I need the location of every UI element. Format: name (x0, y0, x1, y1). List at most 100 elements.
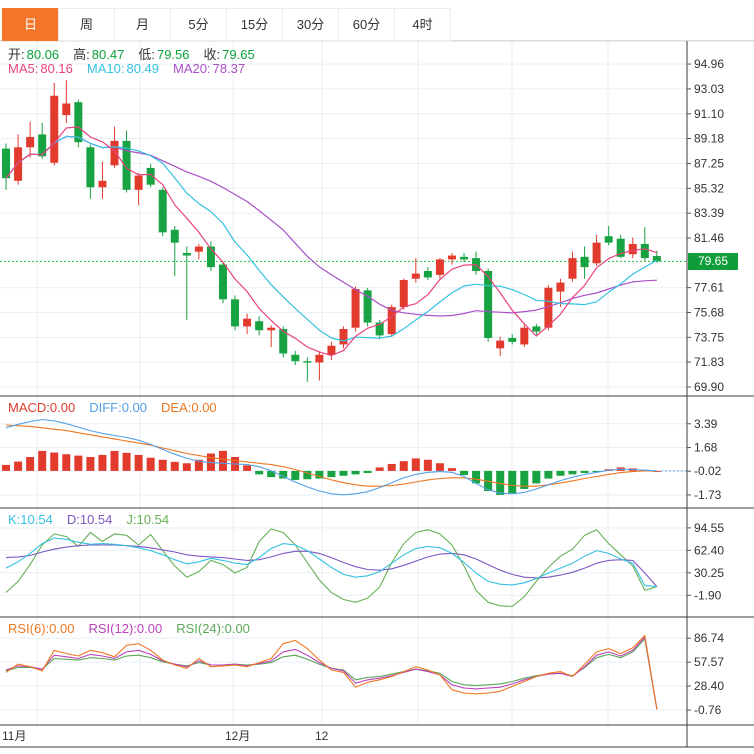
rsi12-label: RSI(12): (88, 621, 137, 636)
svg-text:-0.76: -0.76 (694, 703, 722, 717)
ma10-line (5, 135, 658, 342)
kdj-legend: K:10.54 D:10.54 J:10.54 (8, 512, 169, 527)
y-axis-labels: 94.96 93.03 91.10 89.18 87.25 85.32 83.39 81.46… (687, 57, 724, 717)
k-value: 10.54 (20, 512, 53, 527)
low-value: 79.56 (156, 47, 190, 62)
tab-15min[interactable]: 15分 (226, 8, 283, 41)
open-value: 80.06 (26, 47, 60, 62)
rsi12-line (5, 636, 658, 710)
svg-text:-1.73: -1.73 (694, 488, 722, 502)
svg-text:3.39: 3.39 (694, 417, 718, 431)
svg-text:75.68: 75.68 (694, 306, 724, 320)
ma5-label: MA5: (8, 61, 39, 76)
svg-text:77.61: 77.61 (694, 281, 724, 295)
period-tabbar: 日 周 月 5分 15分 30分 60分 4时 (0, 0, 754, 41)
macd-legend: MACD:0.00 DIFF:0.00 DEA:0.00 (8, 400, 217, 415)
ma20-item: MA20: 78.37 (173, 61, 245, 76)
dea-value: 0.00 (191, 400, 217, 415)
rsi6-line (5, 634, 658, 710)
macd-value: 0.00 (49, 400, 76, 415)
j-item: J:10.54 (126, 512, 169, 527)
svg-text:12: 12 (315, 729, 329, 743)
svg-text:69.90: 69.90 (694, 380, 724, 394)
candles (2, 80, 661, 382)
tab-60min[interactable]: 60分 (338, 8, 395, 41)
ma-legend: MA5: 80.16 MA10: 80.49 MA20: 78.37 (8, 61, 245, 76)
high-value: 80.47 (91, 47, 125, 62)
svg-text:71.83: 71.83 (694, 355, 724, 369)
d-item: D:10.54 (67, 512, 113, 527)
macd-label: MACD: (8, 400, 50, 415)
ma10-line (5, 135, 658, 342)
rsi24-line (5, 638, 658, 710)
rsi6-value: 0.00 (49, 621, 75, 636)
rsi6-label: RSI(6): (8, 621, 50, 636)
close-value: 79.65 (222, 47, 255, 62)
tab-week[interactable]: 周 (58, 8, 115, 41)
svg-text:1.68: 1.68 (694, 441, 718, 455)
svg-text:89.18: 89.18 (694, 132, 724, 146)
ma10-value: 80.49 (126, 61, 160, 76)
d-label: D: (66, 512, 80, 527)
svg-text:62.40: 62.40 (694, 543, 724, 557)
tab-4hour[interactable]: 4时 (394, 8, 451, 41)
rsi12-value: 0.00 (136, 621, 163, 636)
rsi24-value: 0.00 (224, 621, 250, 636)
svg-text:94.55: 94.55 (694, 521, 724, 535)
k-label: K: (8, 512, 21, 527)
svg-text:30.25: 30.25 (694, 566, 724, 580)
diff-value: 0.00 (121, 400, 148, 415)
kline-app: 94.96 93.03 91.10 89.18 87.25 85.32 83.39 81.46… (0, 0, 754, 754)
rsi6-item: RSI(6):0.00 (8, 621, 74, 636)
ma20-label: MA20: (173, 61, 211, 76)
diff-label: DIFF: (89, 400, 122, 415)
svg-text:87.25: 87.25 (694, 156, 724, 170)
ma5-value: 80.16 (40, 61, 73, 76)
rsi24-item: RSI(24):0.00 (176, 621, 250, 636)
tab-5min[interactable]: 5分 (170, 8, 227, 41)
kline-chart-canvas[interactable]: 94.96 93.03 91.10 89.18 87.25 85.32 83.39 81.46… (0, 0, 754, 754)
svg-text:-0.02: -0.02 (694, 464, 722, 478)
svg-text:94.96: 94.96 (694, 57, 724, 71)
rsi-legend: RSI(6):0.00 RSI(12):0.00 RSI(24):0.00 (8, 621, 250, 636)
tab-month[interactable]: 月 (114, 8, 171, 41)
tab-day[interactable]: 日 (2, 8, 59, 41)
j-label: J: (126, 512, 137, 527)
svg-text:81.46: 81.46 (694, 231, 724, 245)
d-value: 10.54 (79, 512, 113, 527)
x-axis-labels: 11月 12月 12 (2, 729, 329, 743)
svg-text:91.10: 91.10 (694, 107, 724, 121)
macd-item: MACD:0.00 (8, 400, 75, 415)
svg-text:-1.90: -1.90 (694, 588, 722, 602)
rsi24-line (5, 638, 658, 710)
svg-text:86.74: 86.74 (694, 631, 724, 645)
tab-30min[interactable]: 30分 (282, 8, 339, 41)
ma5-line (5, 126, 658, 357)
ma10-item: MA10: 80.49 (87, 61, 159, 76)
ma5-line (5, 126, 658, 357)
svg-text:93.03: 93.03 (694, 82, 724, 96)
rsi6-line (5, 634, 658, 710)
svg-text:12月: 12月 (225, 729, 250, 743)
rsi12-line (5, 636, 658, 710)
current-price-badge: 79.65 (688, 252, 738, 270)
k-item: K:10.54 (8, 512, 53, 527)
svg-text:85.32: 85.32 (694, 181, 724, 195)
rsi24-label: RSI(24): (176, 621, 225, 636)
ma20-value: 78.37 (212, 61, 246, 76)
rsi12-item: RSI(12):0.00 (88, 621, 162, 636)
macd-histogram (2, 450, 687, 495)
svg-text:73.75: 73.75 (694, 330, 724, 344)
svg-text:11月: 11月 (2, 729, 26, 743)
svg-text:83.39: 83.39 (694, 206, 724, 220)
dea-item: DEA:0.00 (161, 400, 217, 415)
svg-text:57.57: 57.57 (694, 655, 724, 669)
ma5-item: MA5: 80.16 (8, 61, 73, 76)
svg-text:28.40: 28.40 (694, 679, 724, 693)
d-line (5, 544, 658, 587)
diff-item: DIFF:0.00 (89, 400, 147, 415)
d-line (5, 544, 658, 587)
dea-label: DEA: (161, 400, 192, 415)
j-value: 10.54 (136, 512, 170, 527)
ma10-label: MA10: (86, 61, 125, 76)
